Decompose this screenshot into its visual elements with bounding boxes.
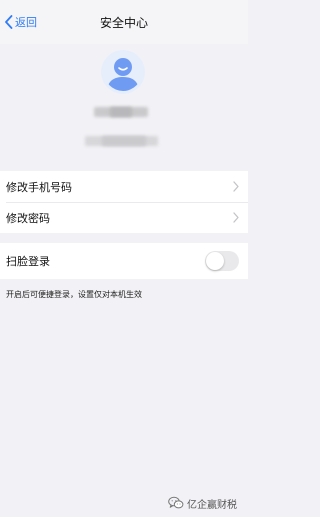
face-login-label: 扫脸登录 xyxy=(6,255,50,268)
masked-account-id-detail xyxy=(102,136,146,146)
change-password-label: 修改密码 xyxy=(6,211,50,225)
account-settings-group: 修改手机号码 修改密码 xyxy=(0,171,248,233)
profile-section xyxy=(0,44,248,170)
navigation-bar: 返回 安全中心 xyxy=(0,0,248,44)
change-phone-item[interactable]: 修改手机号码 xyxy=(0,171,248,202)
face-login-item: 扫脸登录 xyxy=(0,243,248,279)
masked-username-detail xyxy=(110,107,132,117)
wechat-icon xyxy=(168,496,184,509)
face-login-group: 扫脸登录 xyxy=(0,243,248,279)
change-password-item[interactable]: 修改密码 xyxy=(0,202,248,233)
page-title: 安全中心 xyxy=(99,16,148,30)
face-login-toggle[interactable] xyxy=(205,251,239,271)
avatar-icon xyxy=(104,53,142,91)
chevron-right-icon xyxy=(233,181,239,192)
chevron-right-icon xyxy=(233,212,239,223)
face-login-hint: 开启后可便捷登录，设置仅对本机生效 xyxy=(6,290,142,299)
watermark: 亿企赢财税 xyxy=(168,495,237,511)
toggle-knob xyxy=(206,252,224,270)
watermark-text: 亿企赢财税 xyxy=(187,499,237,511)
change-phone-label: 修改手机号码 xyxy=(6,180,72,194)
